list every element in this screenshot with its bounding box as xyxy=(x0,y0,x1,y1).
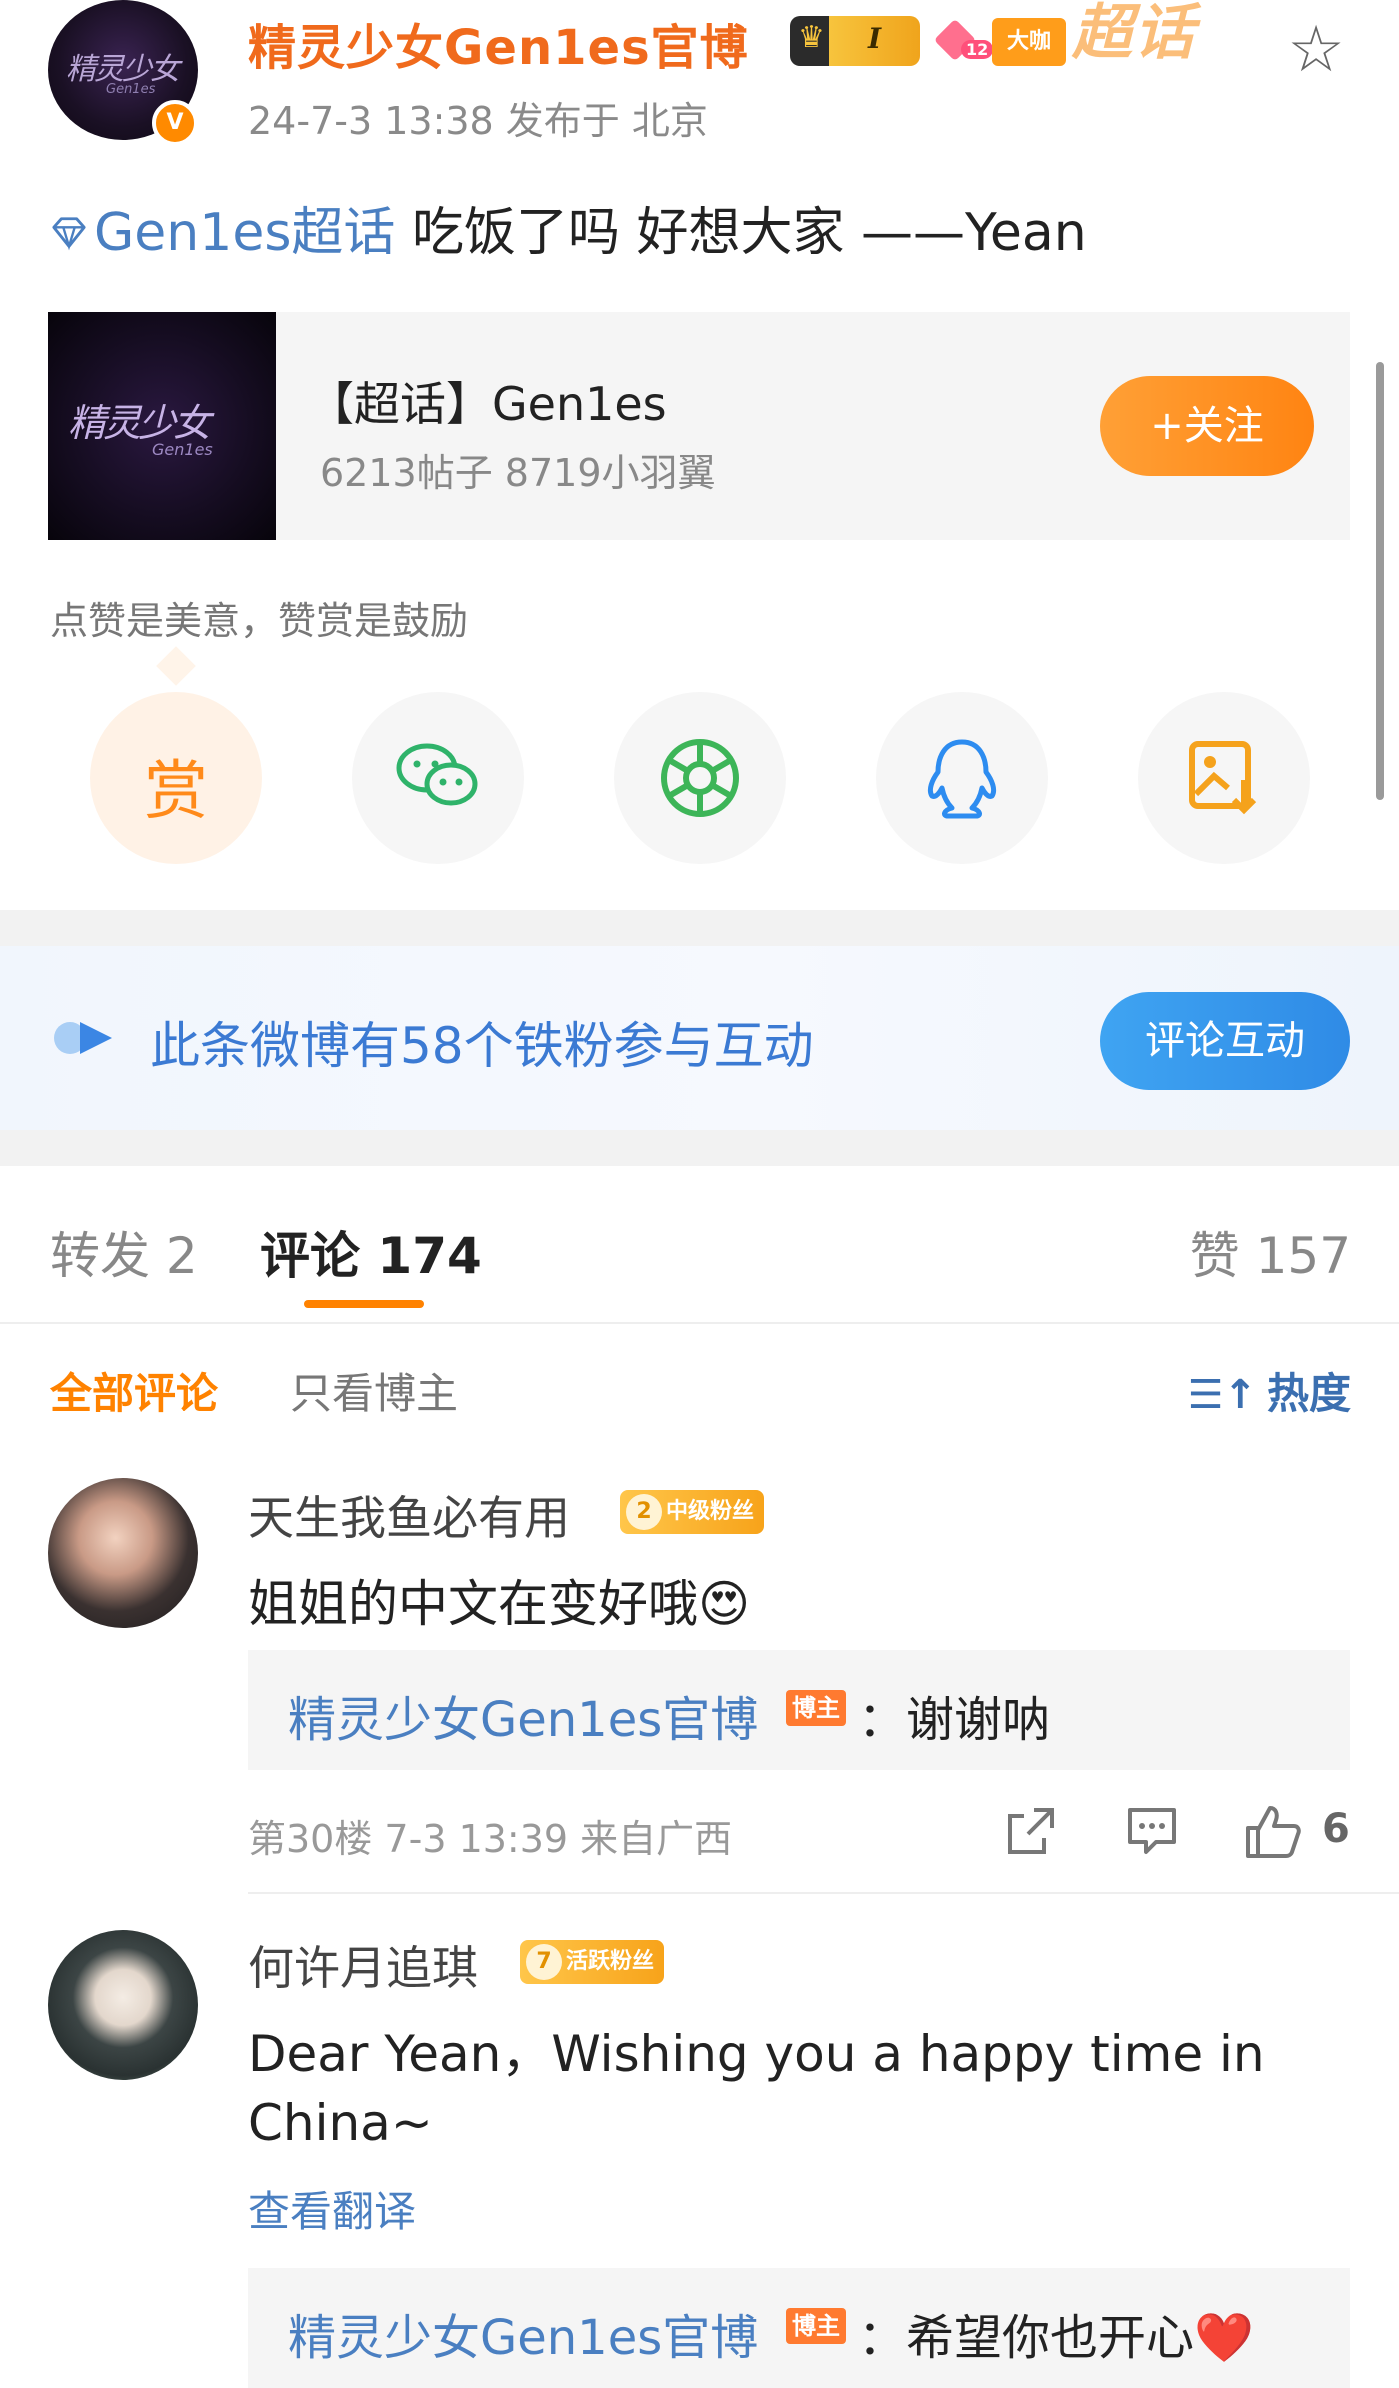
banner-text: 此条微博有58个铁粉参与互动 xyxy=(150,1017,814,1075)
sort-button[interactable]: ☰↑ 热度 xyxy=(1188,1360,1351,1421)
gem-level: 12 xyxy=(961,40,994,59)
post-meta: 24-7-3 13:38 发布于 北京 xyxy=(248,99,708,143)
comment-text: 姐姐的中文在变好哦😍 xyxy=(248,1564,750,1636)
reply-comment-button[interactable] xyxy=(1124,1804,1180,1868)
fan-level: 7 xyxy=(526,1944,562,1980)
sort-icon: ☰↑ xyxy=(1187,1372,1257,1418)
fan-level-label: 中级粉丝 xyxy=(666,1499,755,1524)
section-divider xyxy=(0,1130,1399,1166)
comment-bubble-icon xyxy=(1128,1808,1176,1854)
post-body: 吃饭了吗 好想大家 ——Yean xyxy=(395,203,1087,263)
scrollbar[interactable] xyxy=(1376,362,1384,800)
crown-icon: ♛ xyxy=(798,20,825,55)
post-tabs: 转发 2 评论 174 赞 157 xyxy=(0,1166,1399,1324)
reward-tip: 点赞是美意，赞赏是鼓励 xyxy=(50,599,469,643)
comment-text-line1: Dear Yean，Wishing you a happy time in xyxy=(248,2025,1265,2083)
translate-link[interactable]: 查看翻译 xyxy=(248,2178,416,2239)
host-tag: 博主 xyxy=(786,1690,846,1726)
verified-icon: V xyxy=(152,100,198,146)
author-name[interactable]: 精灵少女Gen1es官博 xyxy=(248,8,749,78)
post-text: Gen1es超话 吃饭了吗 好想大家 ——Yean xyxy=(50,190,1087,265)
comment-body: 姐姐的中文在变好哦 xyxy=(248,1575,698,1633)
reply-text: ：希望你也开心❤️ xyxy=(858,2298,1254,2368)
fans-interaction-icon xyxy=(54,1022,112,1054)
thumbnail-logo-sub: Gen1es xyxy=(152,440,213,459)
host-tag: 博主 xyxy=(786,2308,846,2344)
thumbnail-logo: 精灵少女 xyxy=(68,401,211,445)
author-reply[interactable]: 精灵少女Gen1es官博 博主 ：希望你也开心❤️ xyxy=(248,2268,1350,2388)
gem-level-badge[interactable]: 12 xyxy=(933,18,994,66)
reward-button[interactable]: 赏 xyxy=(90,692,262,864)
supertopic-watermark: 超话 xyxy=(1072,0,1196,68)
sort-label: 热度 xyxy=(1266,1369,1351,1418)
tab-repost[interactable]: 转发 2 xyxy=(50,1216,198,1288)
active-tab-indicator xyxy=(304,1300,424,1308)
comment-divider xyxy=(248,1892,1399,1894)
share-qq-button[interactable] xyxy=(876,692,1048,864)
reply-username[interactable]: 精灵少女Gen1es官博 xyxy=(288,1680,758,1750)
supertopic-thumbnail: 精灵少女 Gen1es xyxy=(48,312,276,540)
reply-username[interactable]: 精灵少女Gen1es官博 xyxy=(288,2298,758,2368)
save-image-icon xyxy=(1189,741,1257,815)
share-out-icon xyxy=(1008,1808,1054,1854)
like-count: 6 xyxy=(1322,1806,1350,1852)
share-row: 赏 xyxy=(0,692,1399,868)
iron-fans-banner: 此条微博有58个铁粉参与互动 评论互动 xyxy=(0,946,1399,1130)
comment-avatar[interactable] xyxy=(48,1930,198,2080)
favorite-star-icon[interactable]: ☆ xyxy=(1280,14,1352,86)
filter-author-only[interactable]: 只看博主 xyxy=(290,1360,458,1421)
reply-text: ：谢谢呐 xyxy=(858,1692,1051,1748)
member-level: I xyxy=(868,22,882,55)
wechat-icon xyxy=(396,743,478,806)
supertopic-link[interactable]: Gen1es超话 xyxy=(94,203,395,263)
post-header: 精灵少女 Gen1es V 精灵少女Gen1es官博 ♛ I 12 大咖 超话 … xyxy=(0,0,1399,150)
comment-username[interactable]: 天生我鱼必有用 xyxy=(248,1482,570,1548)
moments-icon xyxy=(661,739,739,817)
comment-interact-button[interactable]: 评论互动 xyxy=(1100,992,1350,1090)
supertopic-stats: 6213帖子 8719小羽翼 xyxy=(320,451,716,495)
heart-emoji-icon: ❤️ xyxy=(1194,2310,1254,2366)
like-comment-button[interactable]: 6 xyxy=(1244,1804,1350,1870)
share-moments-button[interactable] xyxy=(614,692,786,864)
thumbs-up-icon xyxy=(1246,1806,1301,1858)
tab-comments[interactable]: 评论 174 xyxy=(260,1216,482,1288)
tip-pointer xyxy=(156,646,196,686)
supertopic-title: 【超话】Gen1es xyxy=(308,377,667,431)
reward-label: 赏 xyxy=(144,755,208,829)
daka-badge[interactable]: 大咖 xyxy=(992,18,1066,66)
tab-likes[interactable]: 赞 157 xyxy=(1190,1216,1351,1288)
follow-button[interactable]: +关注 xyxy=(1100,376,1314,476)
avatar-logo-sub: Gen1es xyxy=(106,82,156,97)
fan-level-badge[interactable]: 7 活跃粉丝 xyxy=(520,1940,665,1984)
section-divider xyxy=(0,910,1399,946)
supertopic-card[interactable]: 精灵少女 Gen1es 【超话】Gen1es 6213帖子 8719小羽翼 +关… xyxy=(48,312,1350,540)
fan-level-badge[interactable]: 2 中级粉丝 xyxy=(620,1490,765,1534)
comment-filter-row: 全部评论 只看博主 ☰↑ 热度 xyxy=(0,1324,1399,1444)
comment-avatar[interactable] xyxy=(48,1478,198,1628)
reply-body: ：希望你也开心 xyxy=(858,2310,1195,2366)
comment-username[interactable]: 何许月追琪 xyxy=(248,1932,478,1998)
author-reply[interactable]: 精灵少女Gen1es官博 博主 ：谢谢呐 xyxy=(248,1650,1350,1770)
comment-meta: 第30楼 7-3 13:39 来自广西 xyxy=(248,1817,733,1861)
qq-icon xyxy=(927,739,997,819)
supertopic-gem-icon xyxy=(52,217,86,251)
comment-text-line2: China~ xyxy=(248,2094,433,2152)
heart-eyes-emoji-icon: 😍 xyxy=(698,1575,751,1633)
fan-level: 2 xyxy=(626,1494,662,1530)
filter-all-comments[interactable]: 全部评论 xyxy=(50,1360,218,1421)
share-wechat-button[interactable] xyxy=(352,692,524,864)
repost-comment-button[interactable] xyxy=(1004,1804,1058,1868)
fan-level-label: 活跃粉丝 xyxy=(566,1949,655,1974)
member-level-badge[interactable]: ♛ I xyxy=(790,16,920,66)
save-image-button[interactable] xyxy=(1138,692,1310,864)
